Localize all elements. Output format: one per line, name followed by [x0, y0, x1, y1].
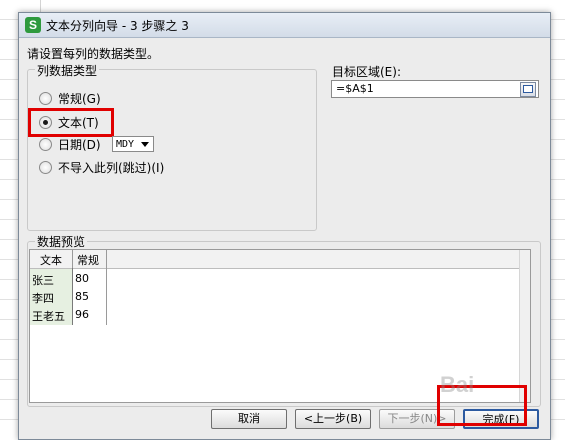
preview-cell: 96 — [75, 308, 89, 321]
radio-skip[interactable]: 不导入此列(跳过)(I) — [39, 158, 164, 176]
watermark-text: Bai — [440, 372, 475, 397]
target-region-label: 目标区域(E): — [332, 65, 401, 79]
title-bar[interactable]: S 文本分列向导 - 3 步骤之 3 — [19, 13, 550, 38]
preview-legend: 数据预览 — [35, 233, 88, 250]
radio-date[interactable]: 日期(D) — [39, 135, 101, 153]
radio-general[interactable]: 常规(G) — [39, 89, 101, 107]
wps-app-icon: S — [25, 17, 41, 33]
preview-cell: 王老五 — [32, 310, 65, 323]
chevron-down-icon — [141, 142, 149, 147]
column-separator — [106, 250, 107, 325]
column-type-legend: 列数据类型 — [35, 62, 100, 79]
cancel-button[interactable]: 取消 — [211, 409, 287, 429]
back-button[interactable]: <上一步(B) — [295, 409, 371, 429]
preview-scrollbar[interactable] — [519, 250, 530, 402]
range-picker-icon[interactable] — [520, 82, 536, 97]
column-separator — [72, 250, 73, 268]
radio-general-label: 常规(G) — [58, 91, 101, 106]
column-separator — [72, 268, 73, 325]
preview-cell: 张三 — [32, 274, 54, 287]
preview-cell: 85 — [75, 290, 89, 303]
preview-cell: 李四 — [32, 292, 54, 305]
instruction-text: 请设置每列的数据类型。 — [27, 47, 160, 61]
radio-skip-label: 不导入此列(跳过)(I) — [58, 160, 165, 175]
dialog-title: 文本分列向导 - 3 步骤之 3 — [46, 19, 189, 33]
radio-date-button[interactable] — [39, 137, 52, 151]
radio-date-label: 日期(D) — [58, 137, 101, 152]
preview-header-row: 文本 常规 — [30, 250, 522, 269]
preview-header-text[interactable]: 文本 — [40, 252, 62, 268]
text-option-highlight — [28, 108, 114, 137]
target-region-input[interactable]: =$A$1 — [331, 80, 539, 98]
date-format-value: MDY — [116, 139, 135, 150]
preview-header-general[interactable]: 常规 — [77, 252, 99, 268]
date-format-select[interactable]: MDY — [112, 136, 154, 152]
target-region-value: =$A$1 — [336, 82, 374, 95]
radio-general-button[interactable] — [39, 91, 52, 105]
preview-cell: 80 — [75, 272, 89, 285]
radio-skip-button[interactable] — [39, 160, 52, 174]
